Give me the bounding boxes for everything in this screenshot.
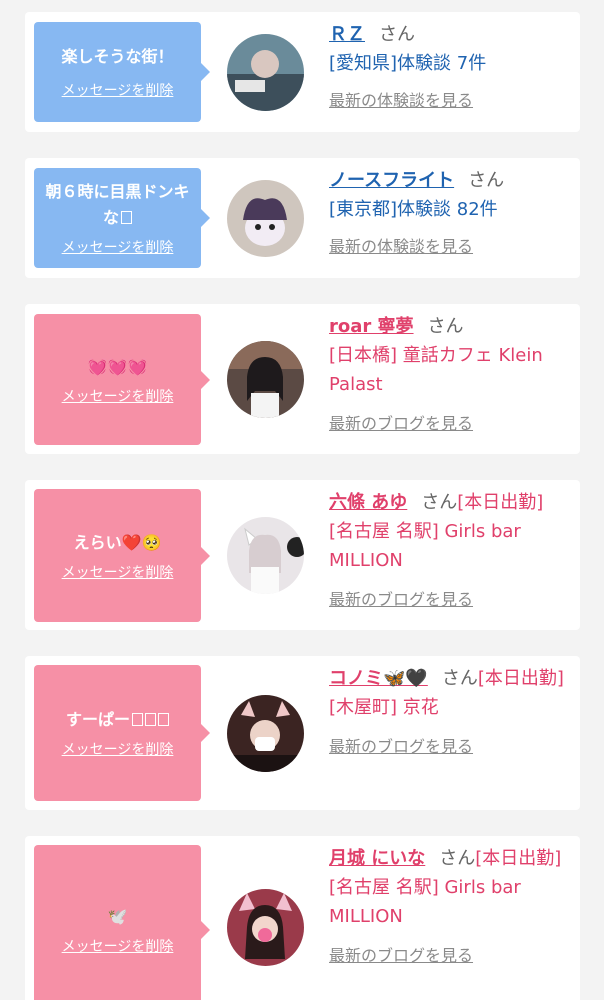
on-duty-badge: [本日出勤] — [477, 668, 564, 689]
user-name-link[interactable]: コノミ🦋🖤 — [329, 668, 428, 689]
avatar[interactable] — [227, 695, 304, 772]
message-text: 朝６時に目黒ドンキな — [45, 182, 190, 227]
kuromi-avatar[interactable] — [227, 180, 304, 257]
delete-message-link[interactable]: メッセージを削除 — [62, 562, 174, 582]
honorific: さん — [468, 170, 505, 191]
user-info: ノースフライト さん [東京都]体験談 82件 最新の体験談を見る — [329, 166, 569, 261]
delete-message-link[interactable]: メッセージを削除 — [62, 739, 174, 759]
honorific: さん — [427, 316, 464, 337]
message-bubble: すーぱー メッセージを削除 — [34, 665, 210, 801]
message-bubble: 💓💓💓 メッセージを削除 — [34, 314, 210, 445]
message-card: 💓💓💓 メッセージを削除 𝗿𝗼𝗮𝗿 寧夢 さん [日本橋] 童話カフェ Klein… — [25, 304, 580, 454]
user-detail: [東京都]体験談 82件 — [329, 199, 498, 220]
user-name-link[interactable]: 𝗿𝗼𝗮𝗿 寧夢 — [329, 316, 414, 337]
message-bubble: 🕊️ メッセージを削除 — [34, 845, 210, 1000]
message-card: すーぱー メッセージを削除 コノミ🦋🖤 さん[本日出勤] [木屋町] 京花 最新の… — [25, 656, 580, 810]
user-detail: [愛知県]体験談 7件 — [329, 53, 487, 74]
user-name-link[interactable]: 月城 にいな — [329, 848, 425, 869]
user-detail: [木屋町] 京花 — [329, 697, 439, 718]
message-text: 💓💓💓 — [87, 356, 148, 376]
message-bubble: 朝６時に目黒ドンキな メッセージを削除 — [34, 168, 210, 268]
user-info: コノミ🦋🖤 さん[本日出勤] [木屋町] 京花 最新のブログを見る — [329, 664, 569, 761]
user-info: ＲＺ さん [愛知県]体験談 7件 最新の体験談を見る — [329, 20, 569, 115]
message-text: えらい❤️🥺 — [73, 532, 162, 552]
message-text: すーぱー — [66, 707, 169, 733]
message-card: 朝６時に目黒ドンキな メッセージを削除 ノースフライト さん [東京都]体験談 8… — [25, 158, 580, 278]
user-info: 月城 にいな さん[本日出勤] [名古屋 名駅] Girls bar MILLIO… — [329, 844, 569, 970]
avatar[interactable] — [227, 517, 304, 594]
user-info: 六條 あゆ さん[本日出勤] [名古屋 名駅] Girls bar MILLION… — [329, 488, 569, 614]
user-name-link[interactable]: 六條 あゆ — [329, 492, 407, 513]
latest-reviews-link[interactable]: 最新の体験談を見る — [329, 232, 569, 261]
on-duty-badge: [本日出勤] — [457, 492, 544, 513]
message-bubble: 楽しそうな街！ メッセージを削除 — [34, 22, 210, 122]
on-duty-badge: [本日出勤] — [475, 848, 562, 869]
avatar[interactable] — [227, 34, 304, 111]
user-detail: [名古屋 名駅] Girls bar MILLION — [329, 521, 521, 571]
honorific: さん — [441, 668, 478, 689]
message-bubble: えらい❤️🥺 メッセージを削除 — [34, 489, 210, 622]
message-card: 🕊️ メッセージを削除 月城 にいな さん[本日出勤] [名古屋 名駅] Girl… — [25, 836, 580, 1000]
message-card: 楽しそうな街！ メッセージを削除 ＲＺ さん [愛知県]体験談 7件 最新の体験談… — [25, 12, 580, 132]
avatar[interactable] — [227, 341, 304, 418]
message-text: 🕊️ — [107, 907, 128, 926]
user-name-link[interactable]: ノースフライト — [329, 170, 454, 191]
message-card: えらい❤️🥺 メッセージを削除 六條 あゆ さん[本日出勤] [名古屋 名駅] G… — [25, 480, 580, 630]
user-detail: [日本橋] 童話カフェ Klein Palast — [329, 345, 543, 395]
delete-message-link[interactable]: メッセージを削除 — [62, 386, 174, 406]
delete-message-link[interactable]: メッセージを削除 — [62, 80, 174, 100]
latest-blog-link[interactable]: 最新のブログを見る — [329, 409, 569, 438]
honorific: さん — [379, 24, 415, 45]
latest-blog-link[interactable]: 最新のブログを見る — [329, 941, 569, 970]
user-name-link[interactable]: ＲＺ — [329, 24, 365, 45]
latest-blog-link[interactable]: 最新のブログを見る — [329, 732, 569, 761]
honorific: さん — [421, 492, 458, 513]
latest-reviews-link[interactable]: 最新の体験談を見る — [329, 86, 569, 115]
message-text: 楽しそうな街！ — [61, 47, 174, 66]
avatar[interactable] — [227, 889, 304, 966]
honorific: さん — [439, 848, 476, 869]
user-info: 𝗿𝗼𝗮𝗿 寧夢 さん [日本橋] 童話カフェ Klein Palast 最新のブロ… — [329, 312, 569, 438]
latest-blog-link[interactable]: 最新のブログを見る — [329, 585, 569, 614]
delete-message-link[interactable]: メッセージを削除 — [62, 237, 174, 257]
user-detail: [名古屋 名駅] Girls bar MILLION — [329, 877, 521, 927]
delete-message-link[interactable]: メッセージを削除 — [62, 936, 174, 956]
